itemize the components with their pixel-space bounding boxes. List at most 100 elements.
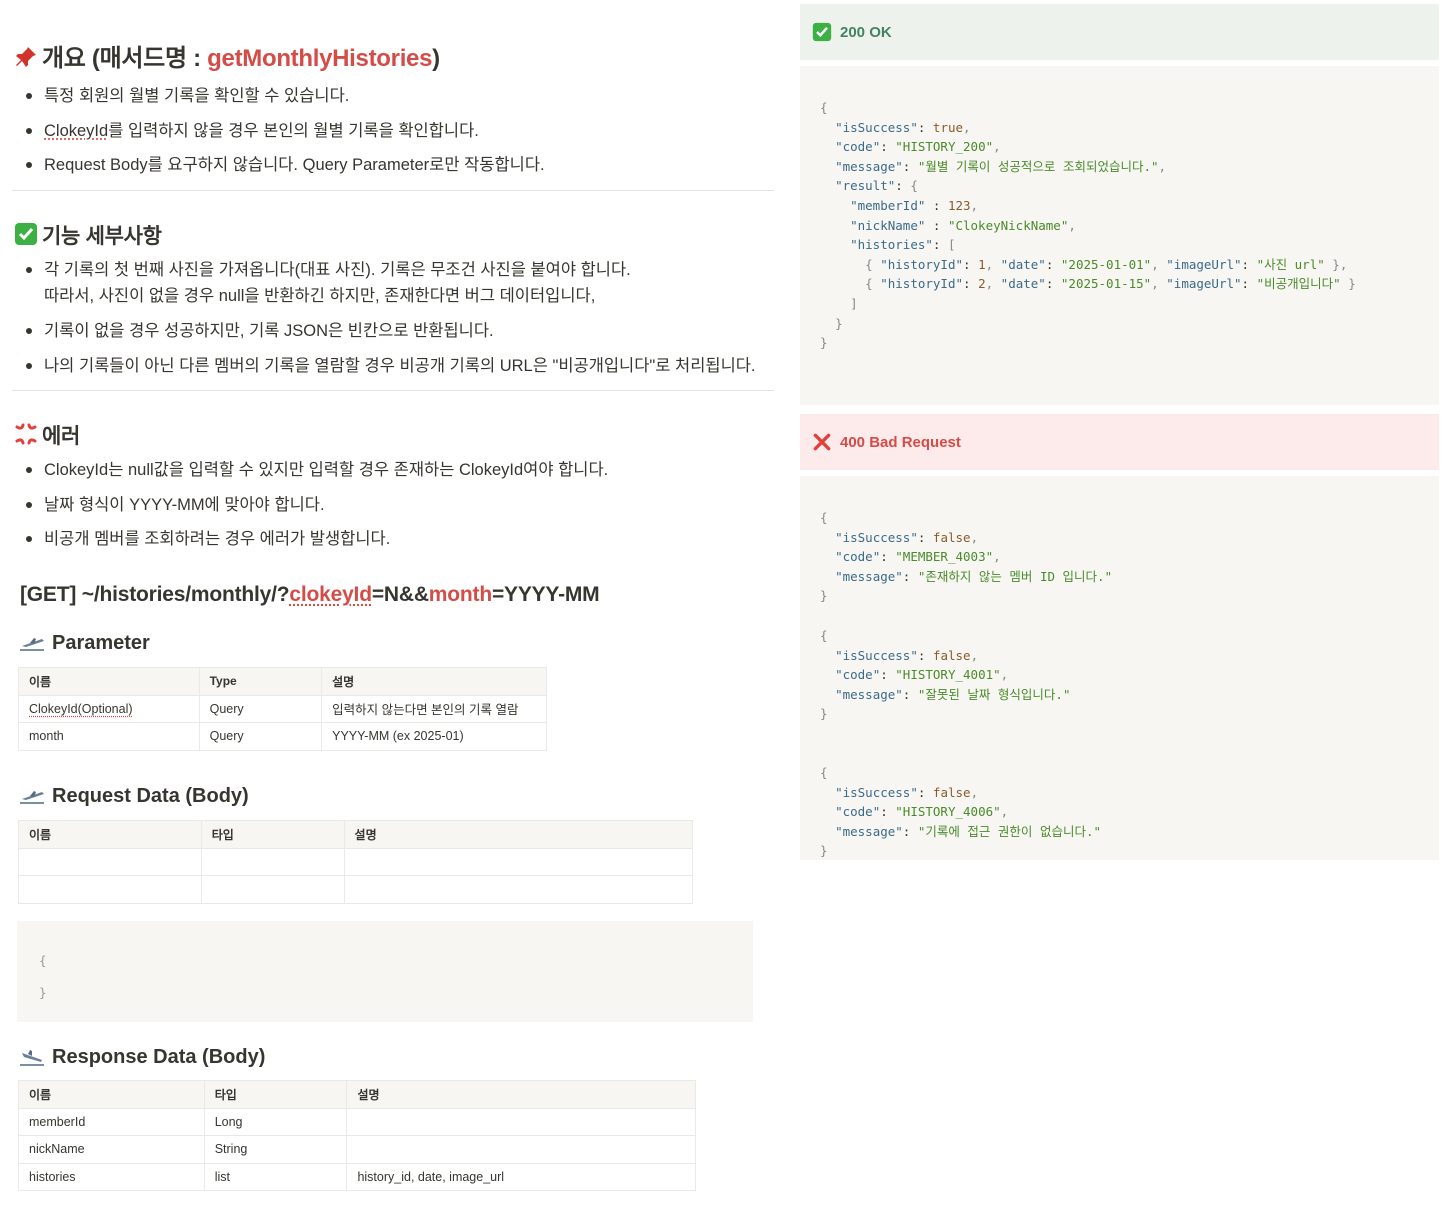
list-item: 각 기록의 첫 번째 사진을 가져옵니다(대표 사진). 기록은 무조건 사진을… bbox=[24, 258, 756, 319]
request-title: Request Data (Body) bbox=[52, 785, 249, 807]
bad-request-callout: 400 Bad Request bbox=[800, 414, 1439, 470]
column-header: 이름 bbox=[18, 667, 200, 696]
list-item: 기록이 없을 경우 성공하지만, 기록 JSON은 빈칸으로 반환됩니다. bbox=[24, 319, 756, 354]
code-line: "code": "HISTORY_200", bbox=[835, 139, 1001, 155]
code-line: { bbox=[820, 627, 828, 643]
list-item: Request Body를 요구하지 않습니다. Query Parameter… bbox=[24, 153, 545, 188]
table-cell bbox=[200, 875, 345, 904]
code-line: "isSuccess": false, bbox=[835, 784, 979, 800]
request-table: 이름 타입 설명 bbox=[18, 820, 694, 904]
code-line: } bbox=[820, 706, 828, 722]
endpoint-param-month: month bbox=[428, 583, 492, 606]
cross-mark-icon bbox=[813, 433, 831, 451]
check-mark-icon bbox=[15, 223, 37, 245]
ok-callout: 200 OK bbox=[800, 4, 1439, 60]
code-line: "isSuccess": false, bbox=[835, 529, 979, 545]
table-cell bbox=[343, 847, 694, 876]
list-item: 특정 회원의 월별 기록을 확인할 수 있습니다. bbox=[24, 84, 545, 119]
code-line: } bbox=[820, 588, 828, 604]
error-response-block: { "isSuccess": false, "code": "MEMBER_40… bbox=[820, 508, 1419, 606]
table-cell: YYYY-MM (ex 2025-01) bbox=[321, 722, 547, 751]
divider bbox=[12, 390, 774, 391]
code-line: "code": "HISTORY_4001", bbox=[835, 667, 1009, 683]
list-item: 날짜 형식이 YYYY-MM에 맞아야 합니다. bbox=[24, 493, 608, 528]
check-mark-icon bbox=[812, 22, 832, 42]
ok-label: 200 OK bbox=[840, 23, 892, 41]
table-cell: ClokeyId(Optional) bbox=[18, 694, 200, 723]
bad-label: 400 Bad Request bbox=[840, 433, 961, 451]
errors-title: 에러 bbox=[42, 425, 81, 448]
code-line: "code": "MEMBER_4003", bbox=[835, 549, 1001, 565]
overview-heading: 개요 (매서드명 : getMonthlyHistories) bbox=[14, 38, 440, 73]
code-line: "isSuccess": false, bbox=[835, 647, 979, 663]
parameter-title: Parameter bbox=[52, 632, 150, 654]
table-cell: Query bbox=[198, 722, 323, 751]
error-response-block: { "isSuccess": false, "code": "HISTORY_4… bbox=[820, 763, 1419, 861]
endpoint-param-clokeyid: clokeyId bbox=[289, 583, 372, 606]
code-line: { "historyId": 1, "date": "2025-01-01", … bbox=[865, 256, 1348, 272]
table-cell bbox=[18, 875, 202, 904]
endpoint-heading: [GET] ~/histories/monthly/?clokeyId=N&&m… bbox=[20, 583, 600, 607]
error-response-block: { "isSuccess": false, "code": "HISTORY_4… bbox=[820, 626, 1419, 724]
code-line: "memberId" : 123, bbox=[850, 197, 979, 213]
anger-symbol-icon bbox=[15, 423, 37, 445]
code-line: "message": "존재하지 않는 멤버 ID 입니다." bbox=[835, 568, 1113, 584]
code-line: "message": "기록에 접근 권한이 없습니다." bbox=[835, 823, 1102, 839]
method-name: getMonthlyHistories bbox=[207, 45, 433, 72]
code-line: { "historyId": 2, "date": "2025-01-15", … bbox=[865, 276, 1356, 292]
table-cell bbox=[346, 1107, 696, 1136]
errors-heading: 에러 bbox=[14, 420, 80, 450]
code-line: "message": "월별 기록이 성공적으로 조회되었습니다.", bbox=[835, 158, 1167, 174]
list-item: 나의 기록들이 아닌 다른 멤버의 기록을 열람할 경우 비공개 기록의 URL… bbox=[24, 354, 756, 389]
overview-bullet-2-text: 를 입력하지 않을 경우 본인의 월별 기록을 확인합니다. bbox=[108, 121, 479, 140]
column-header: 타입 bbox=[203, 1080, 348, 1109]
code-line: { bbox=[820, 764, 828, 780]
airplane-departure-icon bbox=[20, 790, 44, 804]
divider bbox=[12, 190, 774, 191]
features-heading: 기능 세부사항 bbox=[14, 220, 162, 250]
column-header: Type bbox=[198, 667, 323, 696]
code-line: "result": { bbox=[835, 178, 918, 194]
table-cell: Query bbox=[198, 694, 323, 723]
code-line: { bbox=[820, 510, 828, 525]
table-cell bbox=[346, 1135, 696, 1164]
table-header-row: 이름 타입 설명 bbox=[18, 820, 694, 849]
table-cell: 입력하지 않는다면 본인의 기록 열람 bbox=[321, 694, 547, 723]
table-cell: Long bbox=[203, 1107, 348, 1136]
code-line: ] bbox=[850, 295, 858, 311]
code-close-brace: } bbox=[39, 985, 47, 1000]
column-header: 이름 bbox=[18, 1080, 205, 1109]
code-line: "code": "HISTORY_4006", bbox=[835, 804, 1009, 820]
ok-code-block: { "isSuccess": true, "code": "HISTORY_20… bbox=[800, 66, 1439, 405]
table-cell: history_id, date, image_url bbox=[346, 1162, 696, 1191]
code-line: } bbox=[820, 843, 828, 859]
code-open-brace: { bbox=[39, 953, 47, 968]
feature-1-line1: 각 기록의 첫 번째 사진을 가져옵니다(대표 사진). 기록은 무조건 사진을… bbox=[44, 261, 631, 279]
column-header: 설명 bbox=[346, 1080, 696, 1109]
column-header: 이름 bbox=[18, 820, 202, 849]
feature-1-line2: 따라서, 사진이 없을 경우 null을 반환하긴 하지만, 존재한다면 버그 … bbox=[44, 287, 596, 305]
response-title: Response Data (Body) bbox=[52, 1046, 266, 1068]
endpoint-prefix: [GET] ~/histories/monthly/? bbox=[20, 583, 290, 606]
parameter-table: 이름 Type 설명 ClokeyId(Optional) Query 입력하지… bbox=[18, 667, 547, 751]
list-item: ClokeyId는 null값을 입력할 수 있지만 입력할 경우 존재하는 C… bbox=[24, 458, 608, 493]
endpoint-suffix: =YYYY-MM bbox=[491, 583, 600, 606]
table-row: memberId Long bbox=[18, 1107, 696, 1136]
table-cell: histories bbox=[18, 1162, 205, 1191]
table-cell: list bbox=[203, 1162, 348, 1191]
column-header: 설명 bbox=[343, 820, 694, 849]
code-line: "histories": [ bbox=[850, 237, 956, 253]
parameter-heading: Parameter bbox=[18, 632, 150, 655]
code-line: } bbox=[820, 335, 828, 351]
features-list: 각 기록의 첫 번째 사진을 가져옵니다(대표 사진). 기록은 무조건 사진을… bbox=[24, 258, 756, 388]
table-header-row: 이름 타입 설명 bbox=[18, 1080, 696, 1109]
endpoint-mid: =N&& bbox=[371, 583, 429, 606]
airplane-arrival-icon bbox=[20, 1049, 44, 1066]
table-cell: month bbox=[18, 722, 200, 751]
code-line: { bbox=[820, 100, 828, 115]
list-item: 비공개 멤버를 조회하려는 경우 에러가 발생합니다. bbox=[24, 527, 608, 562]
errors-list: ClokeyId는 null값을 입력할 수 있지만 입력할 경우 존재하는 C… bbox=[24, 458, 608, 562]
table-row: month Query YYYY-MM (ex 2025-01) bbox=[18, 722, 547, 751]
overview-list: 특정 회원의 월별 기록을 확인할 수 있습니다. ClokeyId를 입력하지… bbox=[24, 84, 545, 188]
table-header-row: 이름 Type 설명 bbox=[18, 667, 547, 696]
